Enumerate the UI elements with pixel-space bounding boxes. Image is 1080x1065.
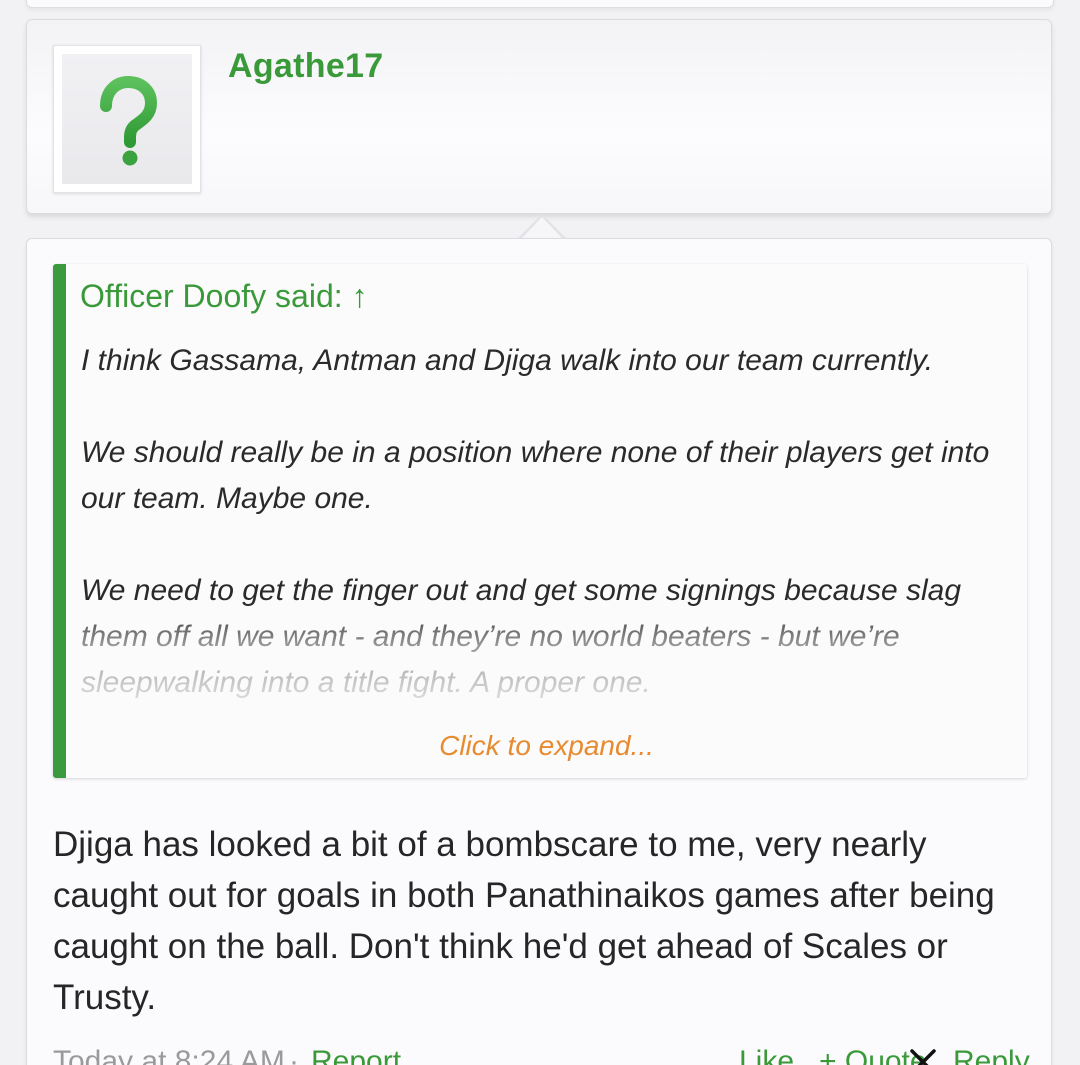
quote-paragraph: We should really be in a position where … <box>81 436 990 515</box>
quote-block[interactable]: Officer Doofy said: ↑ I think Gassama, A… <box>53 264 1027 778</box>
like-link[interactable]: Like <box>739 1045 794 1065</box>
avatar-placeholder <box>62 54 192 184</box>
quote-paragraph: I think Gassama, Antman and Djiga walk i… <box>81 344 934 377</box>
post-meta-row: Today at 8:24 AM · Report Like + Quote R… <box>53 1045 1030 1065</box>
user-info-card: Agathe17 <box>26 19 1052 214</box>
quote-attribution[interactable]: Officer Doofy said: ↑ <box>80 278 368 315</box>
previous-post-fragment <box>26 0 1054 8</box>
meta-separator: · <box>289 1045 299 1065</box>
avatar[interactable] <box>53 45 201 193</box>
question-mark-icon <box>100 75 158 166</box>
report-link[interactable]: Report <box>311 1045 401 1065</box>
message-card: Officer Doofy said: ↑ I think Gassama, A… <box>26 238 1052 1065</box>
post-body-text: Djiga has looked a bit of a bombscare to… <box>53 825 995 1017</box>
card-pointer-arrow-fill <box>521 217 563 239</box>
reply-link[interactable]: Reply <box>953 1045 1030 1065</box>
quote-accent-bar <box>53 264 66 778</box>
forum-thread-view: Agathe17 Officer Doofy said: ↑ I think G… <box>0 0 1080 1065</box>
username[interactable]: Agathe17 <box>228 47 383 86</box>
expand-quote-link[interactable]: Click to expand... <box>66 730 1027 762</box>
close-icon[interactable] <box>908 1047 938 1065</box>
post-timestamp[interactable]: Today at 8:24 AM <box>53 1045 285 1065</box>
